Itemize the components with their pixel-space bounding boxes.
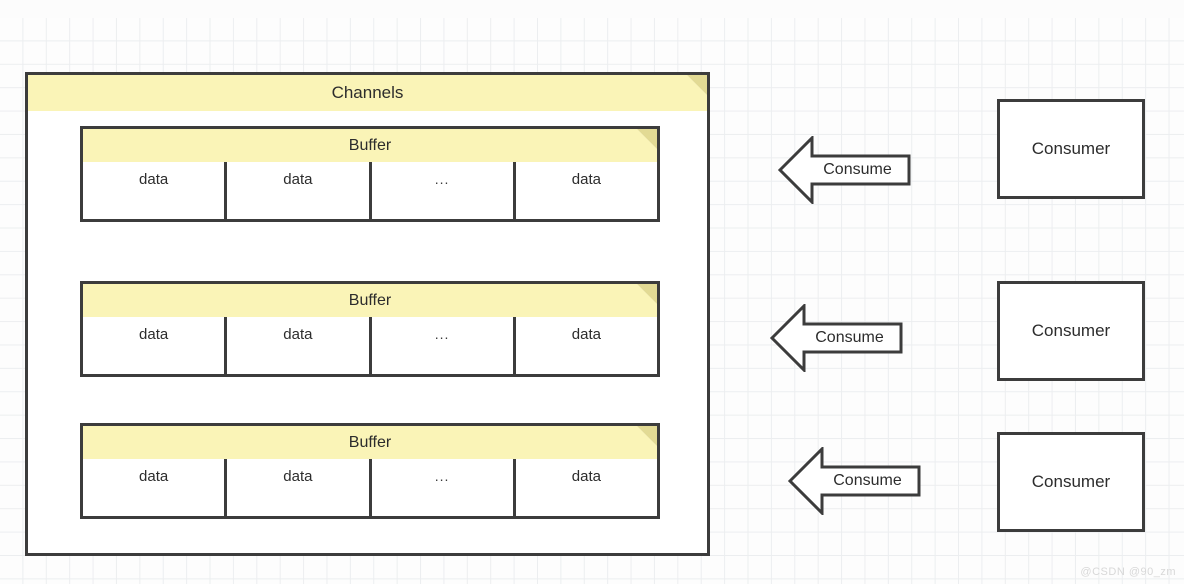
watermark: @CSDN @90_zm xyxy=(1080,566,1176,578)
consumer-box: Consumer xyxy=(997,281,1145,381)
diagram-canvas: Channels Buffer data data ... data Buffe… xyxy=(0,0,1184,584)
buffer-title-label: Buffer xyxy=(348,291,392,309)
buffer-cell: data xyxy=(139,171,169,188)
buffer-cell-ellipsis: ... xyxy=(368,162,513,219)
channels-title-banner: Channels xyxy=(28,75,707,111)
left-arrow-icon xyxy=(788,447,921,515)
left-arrow-icon xyxy=(770,304,903,372)
buffer-cell: data xyxy=(224,459,368,516)
consumer-label: Consumer xyxy=(1031,139,1111,158)
buffer-cell-ellipsis: ... xyxy=(368,459,513,516)
consumer-box: Consumer xyxy=(997,432,1145,532)
left-arrow-icon xyxy=(778,136,911,204)
buffer-fold-corner-icon xyxy=(637,284,657,304)
buffer-row: Buffer data data ... data xyxy=(80,423,660,519)
buffer-title-banner: Buffer xyxy=(83,284,657,317)
buffer-cell-ellipsis: ... xyxy=(368,317,513,374)
buffer-cells: data data ... data xyxy=(83,459,657,516)
buffer-title-banner: Buffer xyxy=(83,129,657,162)
consume-arrow: Consume xyxy=(778,136,911,204)
buffer-cell: data xyxy=(139,468,169,485)
top-blank-strip xyxy=(0,0,1184,18)
buffer-cells: data data ... data xyxy=(83,317,657,374)
consumer-label: Consumer xyxy=(1031,472,1111,491)
consume-arrow: Consume xyxy=(788,447,921,515)
consume-arrow: Consume xyxy=(770,304,903,372)
buffer-title-banner: Buffer xyxy=(83,426,657,459)
consumer-label: Consumer xyxy=(1031,321,1111,340)
buffer-cell: data xyxy=(224,162,368,219)
buffer-cell: data xyxy=(139,326,169,343)
buffer-cell: data xyxy=(512,162,657,219)
buffer-title-label: Buffer xyxy=(348,433,392,451)
buffer-cell: data xyxy=(224,317,368,374)
buffer-row: Buffer data data ... data xyxy=(80,126,660,222)
buffer-fold-corner-icon xyxy=(637,129,657,149)
buffer-fold-corner-icon xyxy=(637,426,657,446)
buffer-cells: data data ... data xyxy=(83,162,657,219)
channels-container: Channels Buffer data data ... data Buffe… xyxy=(25,72,710,556)
buffer-row: Buffer data data ... data xyxy=(80,281,660,377)
buffer-title-label: Buffer xyxy=(348,136,392,154)
buffer-cell: data xyxy=(512,317,657,374)
channels-fold-corner-icon xyxy=(687,75,707,95)
consumer-box: Consumer xyxy=(997,99,1145,199)
buffer-cell: data xyxy=(512,459,657,516)
channels-title-label: Channels xyxy=(331,83,404,102)
